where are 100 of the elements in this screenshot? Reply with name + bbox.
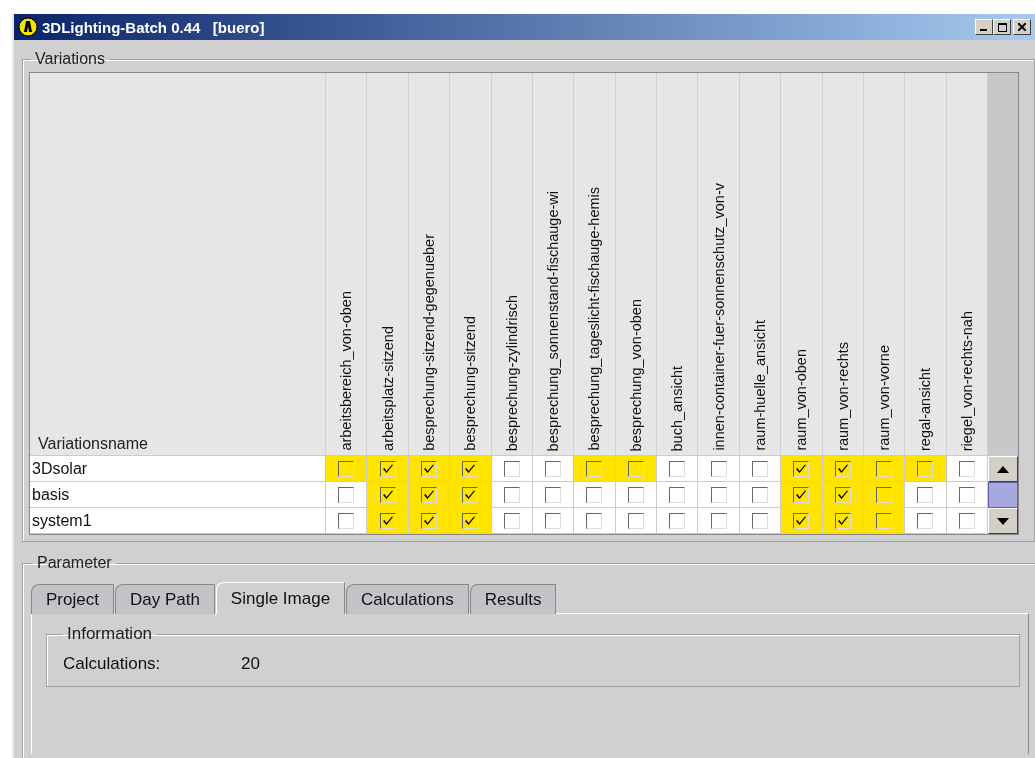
checkbox[interactable]	[627, 486, 644, 503]
checkbox[interactable]	[751, 486, 768, 503]
checkbox[interactable]	[917, 460, 934, 477]
scroll-up-button[interactable]	[988, 456, 1018, 482]
checkbox[interactable]	[586, 512, 603, 529]
checkbox[interactable]	[503, 512, 520, 529]
checkmark-icon	[422, 462, 435, 475]
checkbox[interactable]	[462, 460, 479, 477]
column-header: besprechung_sonnenstand-fischauge-wi	[545, 190, 562, 451]
checkbox[interactable]	[710, 512, 727, 529]
checkbox[interactable]	[958, 486, 975, 503]
checkbox[interactable]	[420, 486, 437, 503]
checkmark-icon	[464, 488, 477, 501]
group-title: Variations	[34, 50, 106, 68]
column-header: besprechung-zylindrisch	[503, 294, 520, 451]
checkbox[interactable]	[462, 512, 479, 529]
row-name: basis	[30, 482, 326, 508]
checkbox[interactable]	[876, 486, 893, 503]
checkbox[interactable]	[793, 460, 810, 477]
checkbox[interactable]	[338, 486, 355, 503]
window-title: 3DLighting-Batch 0.44 [buero]	[42, 18, 266, 36]
down-arrow-icon	[997, 517, 1009, 525]
checkbox[interactable]	[627, 460, 644, 477]
checkbox[interactable]	[958, 460, 975, 477]
tab[interactable]: Project	[31, 584, 114, 614]
checkbox[interactable]	[379, 486, 396, 503]
checkmark-icon	[836, 462, 849, 475]
checkbox[interactable]	[751, 512, 768, 529]
column-header: raum_von-rechts	[834, 342, 851, 451]
checkbox[interactable]	[876, 460, 893, 477]
checkbox[interactable]	[420, 512, 437, 529]
tab[interactable]: Results	[469, 584, 557, 614]
checkbox[interactable]	[379, 512, 396, 529]
checkbox[interactable]	[669, 486, 686, 503]
checkbox[interactable]	[958, 512, 975, 529]
checkmark-icon	[836, 488, 849, 501]
checkmark-icon	[795, 514, 808, 527]
field-value: 20	[241, 654, 260, 674]
checkbox[interactable]	[834, 486, 851, 503]
column-header: riegel_von-rechts-nah	[958, 310, 975, 451]
close-button[interactable]	[1013, 19, 1031, 35]
checkmark-icon	[381, 514, 394, 527]
checkmark-icon	[464, 514, 477, 527]
column-header: raum_von-oben	[793, 349, 810, 451]
field-label: Calculations:	[63, 654, 162, 674]
group-title: Parameter	[36, 554, 113, 572]
checkbox[interactable]	[586, 486, 603, 503]
checkbox[interactable]	[503, 460, 520, 477]
checkbox[interactable]	[834, 460, 851, 477]
checkbox[interactable]	[793, 486, 810, 503]
maximize-icon	[997, 22, 1007, 32]
checkbox[interactable]	[545, 512, 562, 529]
checkbox[interactable]	[793, 512, 810, 529]
row-name: system1	[30, 508, 326, 534]
column-header: arbeitsplatz-sitzend	[379, 326, 396, 451]
column-header: besprechung_von-oben	[627, 298, 644, 451]
checkbox[interactable]	[834, 512, 851, 529]
checkbox[interactable]	[751, 460, 768, 477]
minimize-button[interactable]	[975, 19, 993, 35]
checkbox[interactable]	[710, 460, 727, 477]
checkbox[interactable]	[545, 486, 562, 503]
checkbox[interactable]	[462, 486, 479, 503]
checkmark-icon	[422, 488, 435, 501]
row-name: 3Dsolar	[30, 456, 326, 482]
column-header: regal-ansicht	[917, 368, 934, 451]
column-header: besprechung-sitzend	[462, 316, 479, 451]
checkbox[interactable]	[710, 486, 727, 503]
tab[interactable]: Calculations	[346, 584, 469, 614]
tab[interactable]: Day Path	[114, 584, 215, 614]
column-header: raum-huelle_ansicht	[751, 320, 768, 451]
checkbox[interactable]	[627, 512, 644, 529]
column-header: besprechung_tageslicht-fischauge-hemis	[586, 187, 603, 451]
checkbox[interactable]	[917, 486, 934, 503]
checkmark-icon	[381, 488, 394, 501]
checkbox[interactable]	[669, 512, 686, 529]
column-header: innen-container-fuer-sonnenschutz_von-v	[710, 183, 727, 451]
checkbox[interactable]	[503, 486, 520, 503]
column-header: arbeitsbereich_von-oben	[338, 291, 355, 451]
checkmark-icon	[381, 462, 394, 475]
column-header: raum_von-vorne	[876, 345, 893, 451]
group-title: Information	[66, 624, 154, 644]
checkbox[interactable]	[420, 460, 437, 477]
checkmark-icon	[464, 462, 477, 475]
checkbox[interactable]	[876, 512, 893, 529]
checkbox[interactable]	[338, 512, 355, 529]
checkbox[interactable]	[586, 460, 603, 477]
checkbox[interactable]	[379, 460, 396, 477]
checkbox[interactable]	[669, 460, 686, 477]
checkbox[interactable]	[917, 512, 934, 529]
column-header: besprechung-sitzend-gegenueber	[420, 234, 437, 451]
scroll-thumb[interactable]	[988, 482, 1018, 508]
tab[interactable]: Single Image	[215, 582, 346, 614]
checkbox[interactable]	[338, 460, 355, 477]
column-header: buch_ansicht	[669, 365, 686, 451]
checkbox[interactable]	[545, 460, 562, 477]
checkmark-icon	[795, 462, 808, 475]
checkmark-icon	[836, 514, 849, 527]
scroll-down-button[interactable]	[988, 508, 1018, 534]
scrollbar[interactable]	[988, 456, 1018, 534]
maximize-button[interactable]	[993, 19, 1011, 35]
